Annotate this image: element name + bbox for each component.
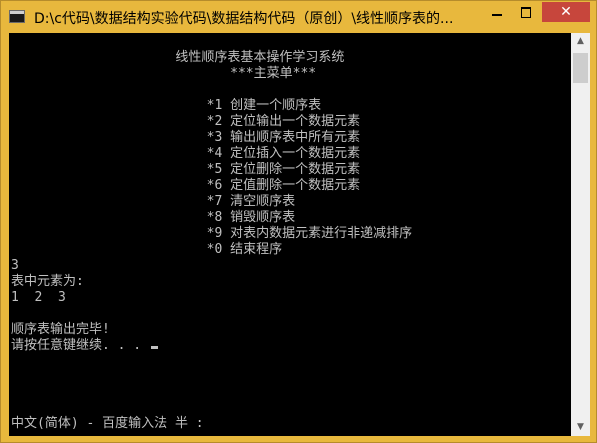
console-menu-item-7: *7 清空顺序表	[11, 194, 296, 209]
console-menu-item-9: *9 对表内数据元素进行非递减排序	[11, 226, 413, 241]
ime-status-line: 中文(简体) - 百度输入法 半 :	[11, 416, 204, 431]
console-line-prompt: 请按任意键继续. . .	[11, 338, 158, 354]
console-menu-item-6: *6 定值删除一个数据元素	[11, 178, 361, 193]
maximize-button[interactable]	[512, 2, 540, 22]
scrollbar-thumb[interactable]	[573, 53, 588, 83]
console-window: D:\c代码\数据结构实验代码\数据结构代码（原创）\线性顺序表的... ✕ 线…	[0, 0, 597, 443]
close-button[interactable]: ✕	[542, 2, 590, 22]
console-line-done: 顺序表输出完毕!	[11, 322, 110, 337]
console-input-echo: 3	[11, 258, 19, 273]
scroll-up-arrow-icon[interactable]: ▲	[571, 33, 590, 50]
console-menu-item-5: *5 定位删除一个数据元素	[11, 162, 361, 177]
console-menu-item-0: *0 结束程序	[11, 242, 283, 257]
console-app-icon[interactable]	[9, 10, 25, 23]
console-line-elements: 1 2 3	[11, 290, 66, 305]
console-menu-item-1: *1 创建一个顺序表	[11, 98, 322, 113]
minimize-button[interactable]	[483, 2, 511, 22]
console-prompt-text: 请按任意键继续. . .	[11, 338, 149, 353]
console-menu-item-4: *4 定位插入一个数据元素	[11, 146, 361, 161]
text-cursor	[150, 346, 158, 349]
console-output[interactable]: 线性顺序表基本操作学习系统 ***主菜单*** *1 创建一个顺序表 *2 定位…	[9, 33, 571, 436]
vertical-scrollbar[interactable]: ▲ ▼	[571, 33, 590, 436]
title-bar[interactable]: D:\c代码\数据结构实验代码\数据结构代码（原创）\线性顺序表的... ✕	[1, 1, 597, 33]
console-line-menu-header: ***主菜单***	[11, 66, 317, 81]
console-menu-item-3: *3 输出顺序表中所有元素	[11, 130, 361, 145]
console-menu-item-8: *8 销毁顺序表	[11, 210, 296, 225]
console-line-elements-label: 表中元素为:	[11, 274, 84, 289]
window-title: D:\c代码\数据结构实验代码\数据结构代码（原创）\线性顺序表的...	[34, 11, 454, 27]
console-menu-item-2: *2 定位输出一个数据元素	[11, 114, 361, 129]
scroll-down-arrow-icon[interactable]: ▼	[571, 419, 590, 436]
console-line-title: 线性顺序表基本操作学习系统	[11, 50, 345, 65]
